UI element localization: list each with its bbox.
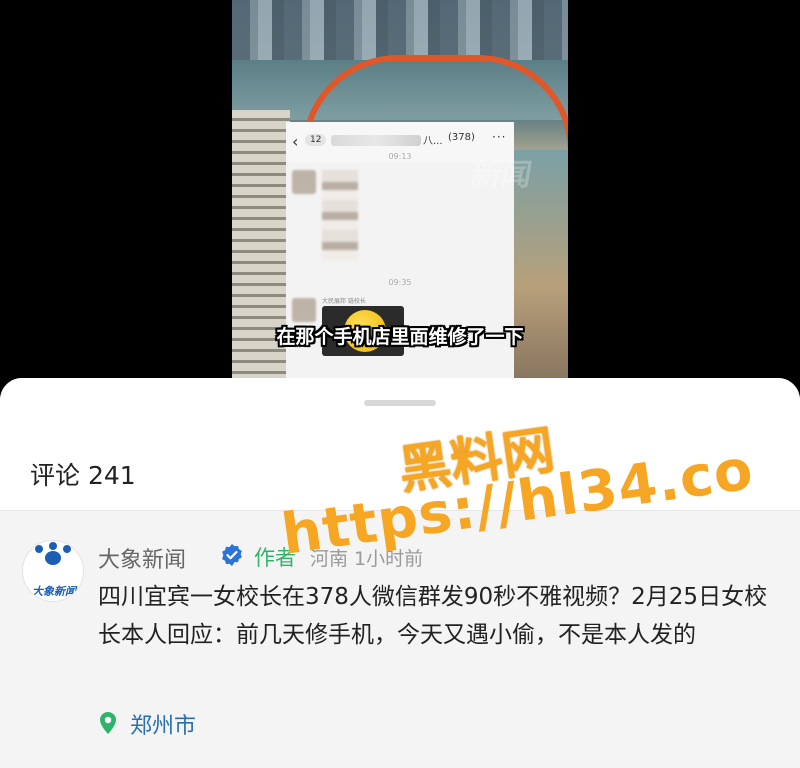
- blurred-image-message: [322, 170, 358, 260]
- blurred-avatar: [292, 298, 316, 322]
- avatar-logo-text: 大象新闻: [32, 585, 76, 598]
- comment-text: 四川宜宾一女校长在378人微信群发90秒不雅视频？2月25日女校长本人回应：前几…: [98, 584, 768, 648]
- paw-toe: [35, 545, 43, 553]
- sender-name: 大民展邦 链校长: [322, 298, 366, 305]
- chat-time: 09:35: [388, 278, 412, 287]
- video-player[interactable]: ‹ 12 八... (378) ··· 09:13 09:35 大民展邦 链校长…: [232, 0, 568, 378]
- verified-icon: [222, 544, 242, 566]
- comment-count-title: 评论 241: [30, 461, 136, 490]
- unread-badge: 12: [305, 134, 327, 146]
- paw-toe: [49, 542, 57, 550]
- video-subtitle: 在那个手机店里面维修了一下: [276, 326, 524, 348]
- paw-pad: [45, 551, 61, 565]
- chat-title-suffix: 八...: [423, 136, 443, 147]
- drag-handle[interactable]: [364, 400, 436, 406]
- more-icon: ···: [492, 130, 507, 144]
- blurred-group-name: [331, 135, 421, 146]
- member-count: (378): [448, 132, 475, 143]
- avatar[interactable]: 大象新闻: [22, 540, 84, 602]
- comment-author[interactable]: 大象新闻: [98, 542, 186, 574]
- faint-watermark: 新闻: [468, 158, 535, 193]
- location-link[interactable]: 郑州市: [130, 708, 196, 740]
- location-pin-icon: [100, 712, 116, 734]
- paw-toe: [63, 545, 71, 553]
- back-icon: ‹: [292, 132, 299, 151]
- blurred-avatar: [292, 170, 316, 194]
